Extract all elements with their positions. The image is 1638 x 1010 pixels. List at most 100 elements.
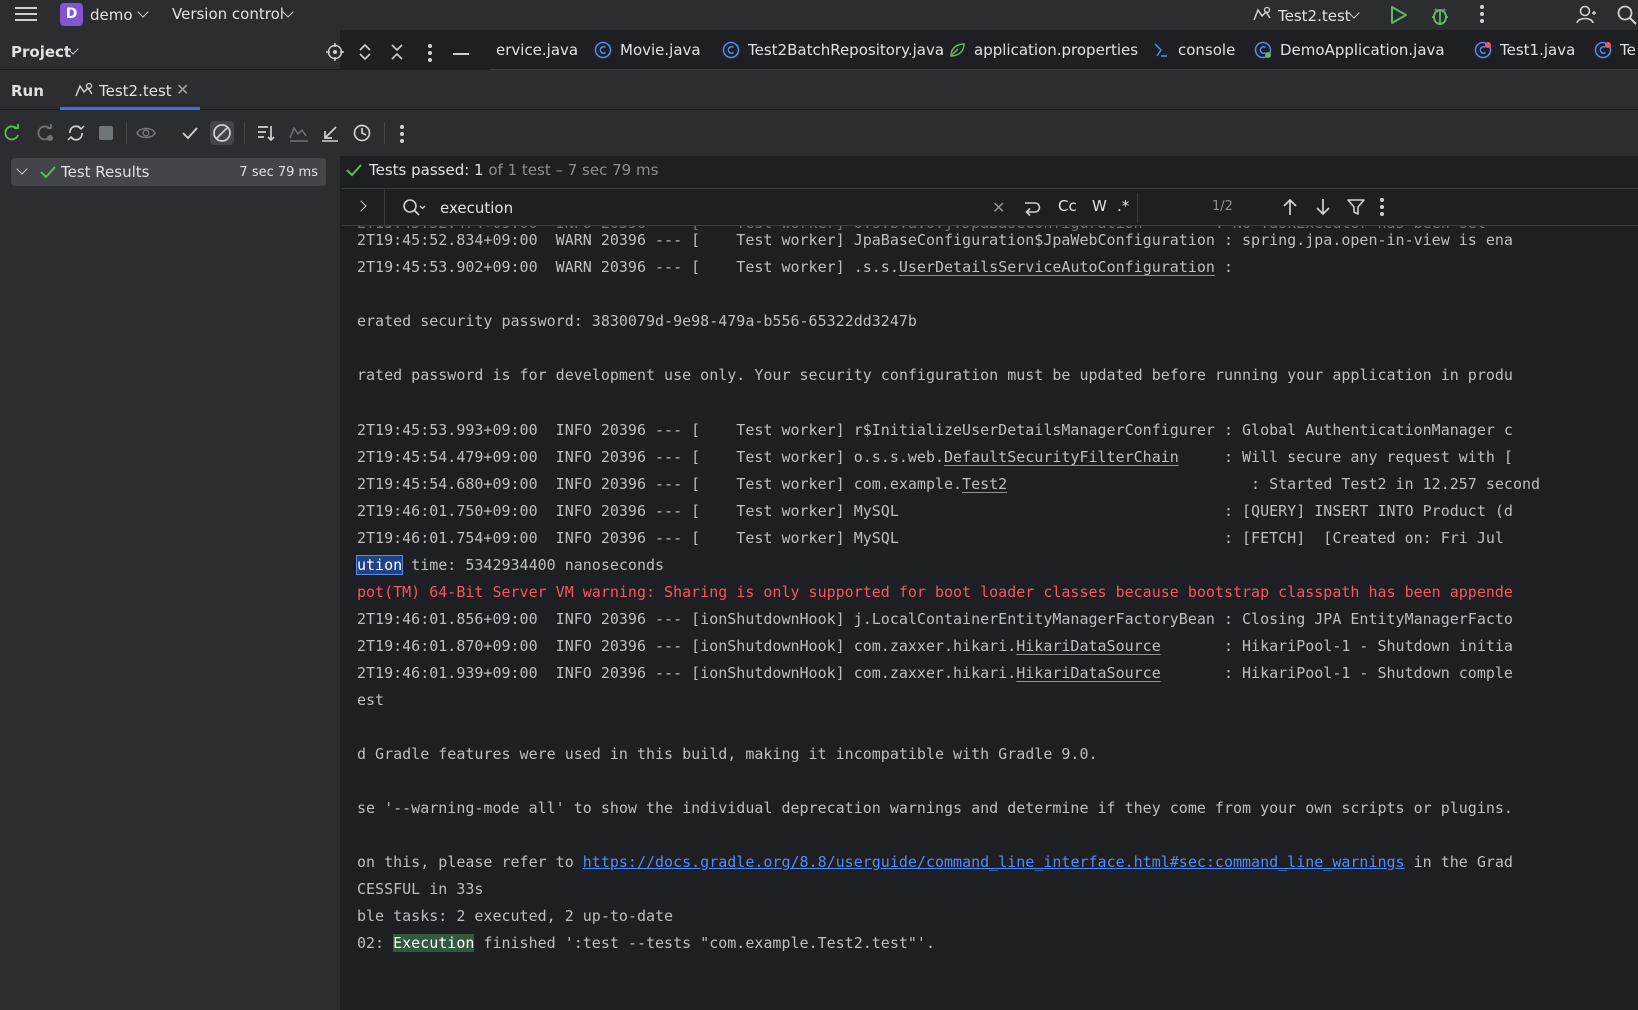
close-icon[interactable]: ✕ — [176, 80, 189, 99]
rerun-failed-button[interactable] — [33, 121, 57, 145]
test-class-icon — [1474, 41, 1492, 59]
account-icon[interactable] — [1575, 4, 1597, 26]
console-icon — [1154, 43, 1167, 57]
toggle-auto-test-button[interactable] — [64, 121, 88, 145]
sort-button[interactable] — [254, 121, 278, 145]
tree-item-test-results[interactable]: Test Results 7 sec 79 ms — [11, 158, 326, 186]
run-tool-window-header: Run Test2.test ✕ — [0, 70, 1638, 110]
run-tab-test2[interactable]: Test2.test ✕ — [60, 70, 200, 110]
console-text: 2T19:45:54.680+09:00 INFO 20396 --- [ Te… — [357, 475, 963, 493]
filter-icon[interactable] — [1347, 198, 1365, 216]
console-text: 2T19:45:54.479+09:00 INFO 20396 --- [ Te… — [357, 448, 944, 466]
whole-words-toggle[interactable]: W — [1092, 197, 1107, 215]
console-text: : — [1214, 258, 1233, 276]
chevron-down-icon[interactable] — [282, 6, 294, 18]
search-icon[interactable] — [402, 198, 426, 218]
chevron-down-icon[interactable] — [137, 6, 149, 18]
editor-tab[interactable]: DemoApplication.java — [1254, 30, 1445, 69]
chevron-right-icon[interactable] — [355, 200, 367, 212]
toolbar-separator — [244, 122, 245, 144]
console-line: 2T19:46:01.939+09:00 INFO 20396 --- [ion… — [357, 662, 1513, 684]
console-line: ble tasks: 2 executed, 2 up-to-date — [357, 907, 674, 925]
search-everywhere-icon[interactable] — [1616, 4, 1638, 26]
wrap-search-icon[interactable] — [1022, 200, 1042, 218]
main-menu-icon[interactable] — [14, 3, 38, 27]
rerun-button[interactable] — [0, 121, 24, 145]
import-tests-button[interactable] — [287, 121, 311, 145]
test-passed-icon — [40, 166, 56, 179]
console-text: in the Grad — [1404, 853, 1513, 871]
editor-tab[interactable]: Movie.java — [594, 30, 701, 69]
rerun-failed-icon — [37, 124, 53, 141]
history-icon — [353, 124, 371, 142]
project-view-selector[interactable]: Project — [11, 43, 71, 61]
tab-label: DemoApplication.java — [1280, 41, 1445, 59]
more-actions-button[interactable] — [390, 121, 414, 145]
export-icon — [322, 126, 338, 142]
rerun-icon — [4, 124, 19, 141]
search-match-current: ution — [355, 555, 404, 575]
arrow-down-icon[interactable] — [1315, 198, 1331, 216]
console-line: 2T19:46:01.870+09:00 INFO 20396 --- [ion… — [357, 635, 1513, 657]
class-reference[interactable]: UserDetailsServiceAutoConfiguration — [899, 258, 1215, 276]
show-passed-tests-button[interactable] — [178, 121, 202, 145]
console-line: ution time: 5342934400 nanoseconds — [355, 554, 664, 576]
check-icon — [182, 127, 198, 140]
console-line: CESSFUL in 33s — [357, 880, 484, 898]
version-control-menu[interactable]: Version control — [172, 5, 284, 23]
editor-tab[interactable]: Test2BatchRepository.java — [722, 30, 944, 69]
test-status-text: Tests passed: 1 of 1 test – 7 sec 79 ms — [369, 161, 658, 179]
show-ignored-tests-button[interactable] — [210, 121, 234, 145]
run-configuration-selector[interactable]: Test2.test — [1278, 7, 1351, 25]
stop-button[interactable] — [94, 121, 118, 145]
ignored-icon — [213, 124, 231, 142]
class-reference[interactable]: DefaultSecurityFilterChain — [944, 448, 1179, 466]
tab-label: ervice.java — [496, 41, 579, 59]
class-reference[interactable]: HikariDataSource — [1016, 664, 1161, 682]
test-history-button[interactable] — [350, 121, 374, 145]
console-line: rated password is for development use on… — [357, 366, 1513, 384]
collapse-all-icon[interactable] — [390, 43, 404, 61]
chevron-down-icon[interactable] — [16, 163, 28, 175]
search-divider — [1137, 193, 1138, 223]
editor-tab[interactable]: ervice.java — [496, 30, 579, 69]
editor-tab[interactable]: Te — [1594, 30, 1636, 69]
editor-tab[interactable]: application.properties — [948, 30, 1138, 69]
hide-panel-icon[interactable] — [453, 53, 469, 55]
debug-icon[interactable] — [1429, 4, 1451, 26]
options-icon[interactable] — [428, 44, 432, 65]
arrow-up-icon[interactable] — [1282, 198, 1298, 216]
regex-toggle[interactable]: .* — [1117, 197, 1129, 215]
test-config-icon — [1253, 6, 1271, 21]
class-reference[interactable]: Test2 — [962, 475, 1007, 493]
more-actions-icon[interactable] — [1480, 5, 1484, 26]
auto-rerun-icon — [67, 125, 85, 141]
gradle-docs-link[interactable]: https://docs.gradle.org/8.8/userguide/co… — [583, 853, 1405, 871]
toolbar-separator — [126, 122, 127, 144]
console-line: d Gradle features were used in this buil… — [357, 745, 1098, 763]
expand-all-icon[interactable] — [358, 43, 372, 61]
console-output[interactable]: 2T19:45:52.474+09:00 INFO 20396 --- [ Te… — [342, 226, 1638, 1010]
export-results-button[interactable] — [318, 121, 342, 145]
search-match-count: 1/2 — [1212, 199, 1233, 214]
search-input[interactable] — [440, 196, 980, 220]
test-status-bar: Tests passed: 1 of 1 test – 7 sec 79 ms — [342, 156, 1638, 188]
project-avatar[interactable]: D — [60, 3, 83, 26]
more-actions-icon — [400, 124, 404, 146]
locate-icon[interactable] — [326, 43, 344, 61]
search-options-icon[interactable] — [1380, 198, 1384, 219]
match-case-toggle[interactable]: Cc — [1058, 197, 1077, 215]
project-name[interactable]: demo — [90, 6, 133, 24]
console-line: se '--warning-mode all' to show the indi… — [357, 799, 1513, 817]
class-reference[interactable]: HikariDataSource — [1016, 637, 1161, 655]
test-class-icon — [1594, 41, 1612, 59]
editor-tab[interactable]: console — [1152, 30, 1235, 69]
test-passed-icon — [346, 164, 362, 177]
console-line: 2T19:45:54.479+09:00 INFO 20396 --- [ Te… — [357, 446, 1513, 468]
show-passed-button[interactable] — [134, 121, 158, 145]
console-text: : Started Test2 in 12.257 second — [1007, 475, 1541, 493]
editor-tab[interactable]: Test1.java — [1474, 30, 1575, 69]
tests-passed-label: Tests passed: 1 — [369, 161, 484, 179]
clear-search-icon[interactable]: ✕ — [992, 198, 1005, 217]
run-icon[interactable] — [1387, 4, 1409, 26]
